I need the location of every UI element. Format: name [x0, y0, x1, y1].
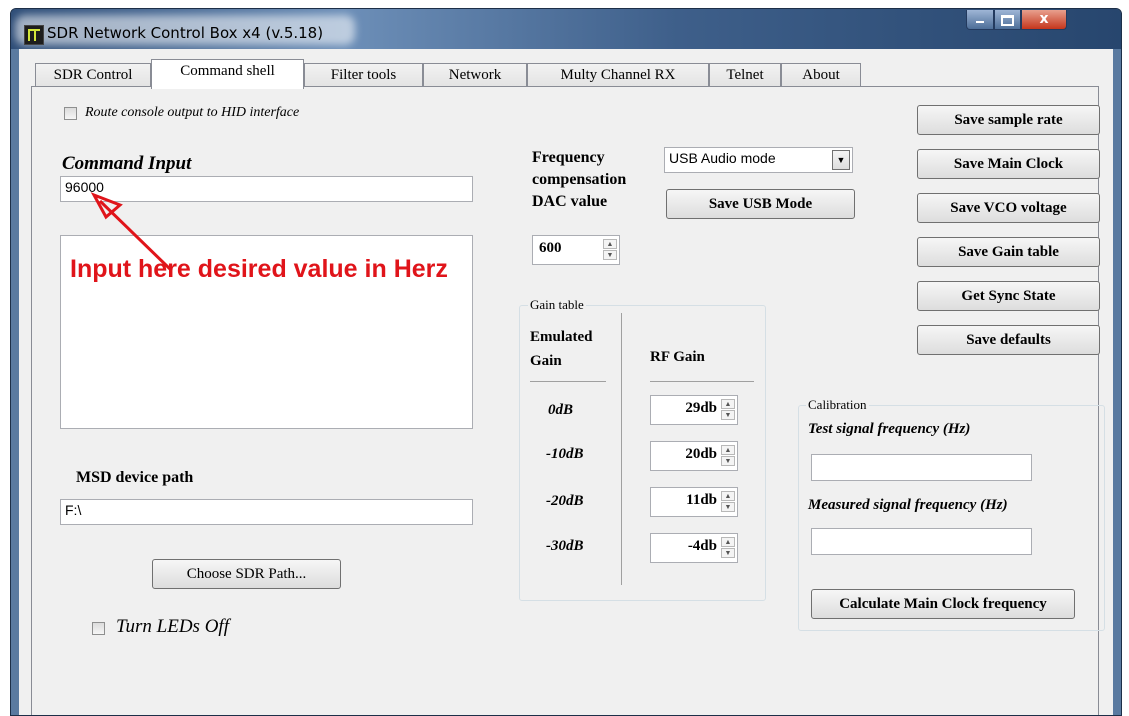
rf-gain-stepper[interactable]: 11db ▲ ▼: [650, 487, 738, 517]
emulated-gain-header-1: Emulated: [530, 329, 593, 345]
stepper-down-icon[interactable]: ▼: [721, 456, 735, 466]
measured-signal-field[interactable]: [811, 528, 1032, 555]
freq-comp-label-line1: Frequency: [532, 149, 605, 166]
gain-table-title: Gain table: [528, 297, 586, 313]
save-main-clock-button[interactable]: Save Main Clock: [917, 149, 1100, 179]
close-icon: x: [1039, 11, 1049, 27]
client-area: SDR Control Command shell Filter tools N…: [19, 49, 1113, 715]
stepper-down-icon[interactable]: ▼: [721, 502, 735, 512]
title-bar[interactable]: SDR Network Control Box x4 (v.5.18) x: [11, 9, 1121, 49]
header-divider: [530, 381, 606, 382]
save-sample-rate-button[interactable]: Save sample rate: [917, 105, 1100, 135]
tab-filter-tools[interactable]: Filter tools: [304, 63, 423, 87]
stepper-up-icon[interactable]: ▲: [721, 491, 735, 501]
emulated-gain-30: -30dB: [546, 538, 584, 554]
stepper-up-icon[interactable]: ▲: [721, 537, 735, 547]
msd-path-label: MSD device path: [76, 469, 194, 486]
freq-comp-label-line2: compensation: [532, 171, 627, 188]
tab-telnet[interactable]: Telnet: [709, 63, 781, 87]
tab-command-shell[interactable]: Command shell: [151, 59, 304, 89]
stepper-down-icon[interactable]: ▼: [721, 548, 735, 558]
usb-mode-selected: USB Audio mode: [669, 150, 776, 166]
rf-gain-value: 11db: [686, 492, 717, 508]
usb-mode-select[interactable]: USB Audio mode ▼: [664, 147, 853, 173]
rf-gain-stepper[interactable]: 29db ▲ ▼: [650, 395, 738, 425]
test-signal-field[interactable]: [811, 454, 1032, 481]
window-title: SDR Network Control Box x4 (v.5.18): [47, 24, 324, 42]
emulated-gain-20: -20dB: [546, 493, 584, 509]
get-sync-state-button[interactable]: Get Sync State: [917, 281, 1100, 311]
tab-sdr-control[interactable]: SDR Control: [35, 63, 151, 87]
calibration-title: Calibration: [806, 397, 869, 413]
minimize-button[interactable]: [966, 10, 994, 30]
app-logo-icon: [24, 25, 44, 45]
rf-gain-header: RF Gain: [650, 349, 705, 365]
choose-sdr-path-button[interactable]: Choose SDR Path...: [152, 559, 341, 589]
stepper-down-icon[interactable]: ▼: [721, 410, 735, 420]
route-console-label: Route console output to HID interface: [85, 105, 300, 120]
maximize-button[interactable]: [994, 10, 1021, 30]
tab-network[interactable]: Network: [423, 63, 527, 87]
command-input-label: Command Input: [62, 153, 192, 174]
tab-multy-channel-rx[interactable]: Multy Channel RX: [527, 63, 709, 87]
dac-value: 600: [539, 240, 562, 256]
rf-gain-value: -4db: [687, 538, 717, 554]
msd-path-field[interactable]: F:\: [60, 499, 473, 525]
stepper-up-icon[interactable]: ▲: [721, 399, 735, 409]
app-window: SDR Network Control Box x4 (v.5.18) x SD…: [10, 8, 1122, 716]
save-usb-mode-button[interactable]: Save USB Mode: [666, 189, 855, 219]
stepper-up-icon[interactable]: ▲: [721, 445, 735, 455]
save-gain-table-button[interactable]: Save Gain table: [917, 237, 1100, 267]
dac-value-stepper[interactable]: 600 ▲ ▼: [532, 235, 620, 265]
annotation-text: Input here desired value in Herz: [70, 255, 448, 283]
turn-leds-off-label: Turn LEDs Off: [116, 616, 229, 637]
calculate-main-clock-button[interactable]: Calculate Main Clock frequency: [811, 589, 1075, 619]
rf-gain-stepper[interactable]: -4db ▲ ▼: [650, 533, 738, 563]
tab-about[interactable]: About: [781, 63, 861, 87]
emulated-gain-0: 0dB: [548, 402, 574, 418]
emulated-gain-10: -10dB: [546, 446, 584, 462]
stepper-up-icon[interactable]: ▲: [603, 239, 617, 249]
save-vco-voltage-button[interactable]: Save VCO voltage: [917, 193, 1100, 223]
rf-gain-stepper[interactable]: 20db ▲ ▼: [650, 441, 738, 471]
freq-comp-label-line3: DAC value: [532, 193, 608, 210]
command-shell-panel: Route console output to HID interface Co…: [31, 86, 1105, 715]
chevron-down-icon[interactable]: ▼: [832, 150, 850, 170]
route-console-checkbox[interactable]: [64, 107, 77, 120]
turn-leds-off-checkbox[interactable]: [92, 622, 105, 635]
rf-gain-value: 20db: [685, 446, 717, 462]
save-defaults-button[interactable]: Save defaults: [917, 325, 1100, 355]
test-signal-label: Test signal frequency (Hz): [808, 421, 971, 437]
header-divider: [650, 381, 754, 382]
emulated-gain-header-2: Gain: [530, 353, 562, 369]
stepper-down-icon[interactable]: ▼: [603, 250, 617, 260]
rf-gain-value: 29db: [685, 400, 717, 416]
measured-signal-label: Measured signal frequency (Hz): [808, 497, 1008, 513]
close-button[interactable]: x: [1021, 10, 1067, 30]
column-divider: [621, 313, 622, 585]
